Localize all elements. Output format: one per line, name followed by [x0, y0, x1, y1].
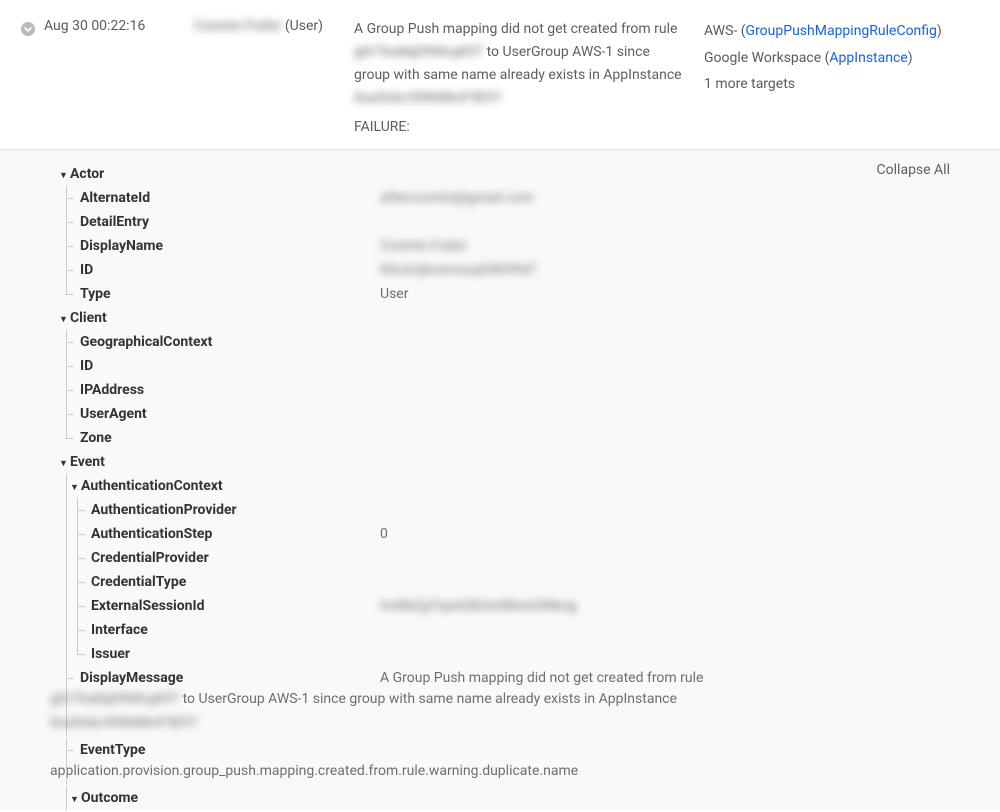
table-row: TypeUser [50, 282, 950, 306]
more-targets[interactable]: 1 more targets [704, 71, 990, 98]
caret-down-icon: ▼ [70, 476, 79, 500]
section-header-event[interactable]: ▼ Event [50, 450, 950, 474]
log-time: Aug 30 00:22:16 [44, 18, 194, 34]
display-message-cont: 0oa5nbc59868knF5E97 [50, 712, 950, 736]
caret-down-icon: ▼ [59, 164, 68, 188]
table-row: AuthenticationProvider [50, 498, 950, 522]
table-row: DetailEntry [50, 210, 950, 234]
table-row: IPAddress [50, 378, 950, 402]
table-row: Interface [50, 618, 950, 642]
event-type-value: application.provision.group_push.mapping… [50, 760, 950, 784]
table-row: DisplayNameCosmin Fodor [50, 234, 950, 258]
caret-down-icon: ▼ [59, 308, 68, 332]
table-row: Zone [50, 426, 950, 450]
table-row: DisplayMessage A Group Push mapping did … [50, 666, 950, 690]
table-row: CredentialType [50, 570, 950, 594]
log-summary-row[interactable]: Aug 30 00:22:16 Cosmin Fodor (User) A Gr… [0, 0, 1000, 150]
caret-down-icon: ▼ [70, 788, 79, 812]
caret-down-icon: ▼ [59, 452, 68, 476]
log-actor: Cosmin Fodor (User) [194, 18, 354, 34]
target-link[interactable]: GroupPushMappingRuleConfig [746, 23, 937, 39]
table-row: GeographicalContext [50, 330, 950, 354]
table-row: CredentialProvider [50, 546, 950, 570]
log-detail-panel: Collapse All ▼ Actor AlternateIdaftercos… [0, 150, 1000, 809]
table-row: ID00u2cjbnsmnuq03K99d7 [50, 258, 950, 282]
section-header-actor[interactable]: ▼ Actor [50, 162, 950, 186]
display-message-cont: g0r76ukbj096Kuj697 to UserGroup AWS-1 si… [50, 688, 950, 712]
detail-tree: ▼ Actor AlternateIdaftercosmin@gmail.com… [50, 162, 950, 809]
log-targets: AWS- (GroupPushMappingRuleConfig) Google… [704, 18, 990, 98]
section-header-outcome[interactable]: ▼ Outcome [50, 786, 950, 810]
expand-chevron-icon[interactable] [20, 21, 36, 37]
table-row: AlternateIdaftercosmin@gmail.com [50, 186, 950, 210]
table-row: Issuer [50, 642, 950, 666]
target-link[interactable]: AppInstance [829, 50, 907, 66]
table-row: ID [50, 354, 950, 378]
table-row: UserAgent [50, 402, 950, 426]
section-header-authcontext[interactable]: ▼ AuthenticationContext [50, 474, 950, 498]
section-header-client[interactable]: ▼ Client [50, 306, 950, 330]
log-message: A Group Push mapping did not get created… [354, 18, 704, 139]
log-status: FAILURE: [354, 116, 684, 139]
table-row: EventType [50, 738, 950, 762]
table-row: ExternalSessionIdtrsNkZgTopAQ82er88owGNk… [50, 594, 950, 618]
table-row: AuthenticationStep0 [50, 522, 950, 546]
